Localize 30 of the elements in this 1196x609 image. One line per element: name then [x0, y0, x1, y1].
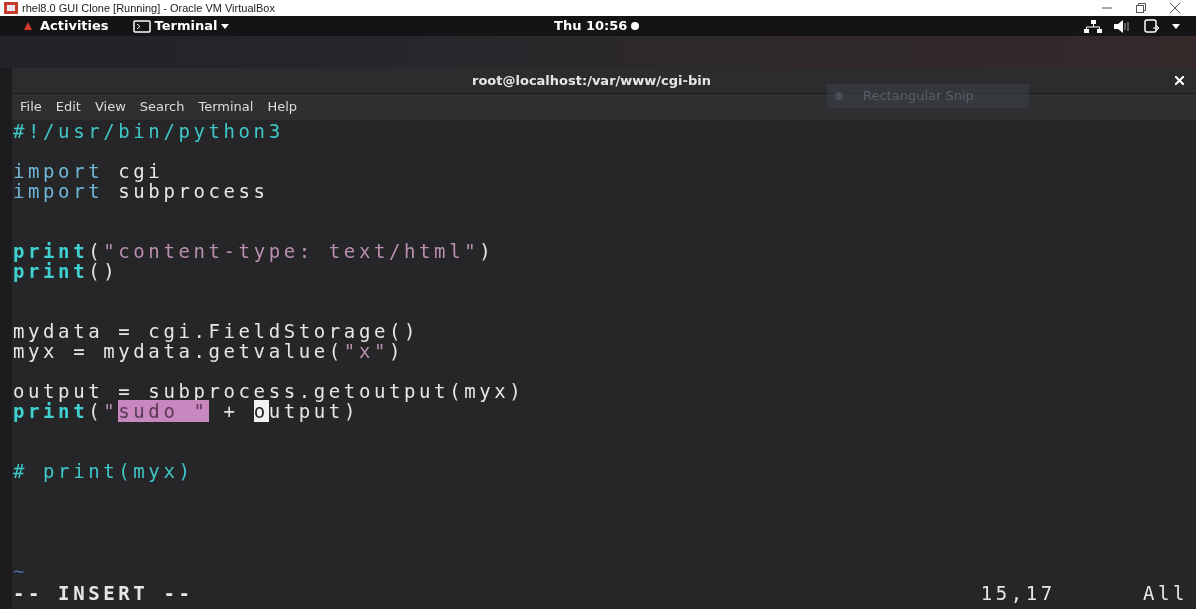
menu-item[interactable]: Help [267, 97, 298, 117]
restore-icon[interactable] [1136, 3, 1146, 13]
caret-icon[interactable] [1172, 23, 1180, 29]
menu-item[interactable]: File [20, 97, 42, 117]
code-line: output = subprocess.getoutput(myx) [13, 380, 525, 402]
code-line: #!/usr/bin/python3 [13, 120, 284, 142]
menu-item[interactable]: Search [139, 97, 185, 117]
code-line: print("content-type: text/html") [13, 240, 495, 262]
code-line: # print(myx) [13, 460, 194, 482]
mode-indicator: -- INSERT -- [13, 583, 194, 603]
menu-item[interactable]: View [94, 97, 126, 117]
hat-icon [24, 22, 32, 30]
code-line: mydata = cgi.FieldStorage() [13, 320, 420, 342]
app-menu-button[interactable]: Terminal [132, 16, 230, 36]
caret-icon [221, 23, 230, 29]
tilde-marker: ~ [13, 560, 29, 582]
menu-item[interactable]: Edit [55, 97, 81, 117]
cursor-position: 15,17 [980, 583, 1056, 603]
clock[interactable]: Thu 10:56 [554, 16, 640, 36]
host-window-title: rhel8.0 GUI Clone [Running] - Oracle VM VirtualBox [22, 0, 275, 16]
close-icon[interactable] [1170, 3, 1180, 13]
activities-button[interactable]: Activities [40, 16, 109, 36]
network-icon[interactable] [1084, 19, 1102, 33]
app-icon [4, 2, 18, 14]
terminal-icon [132, 19, 151, 33]
volume-icon[interactable] [1114, 19, 1132, 33]
menu-item[interactable]: Terminal [198, 97, 254, 117]
terminal-title: root@localhost:/var/www/cgi-bin [472, 71, 711, 90]
code-line: import cgi [13, 160, 164, 182]
scroll-position: All [1142, 583, 1188, 603]
